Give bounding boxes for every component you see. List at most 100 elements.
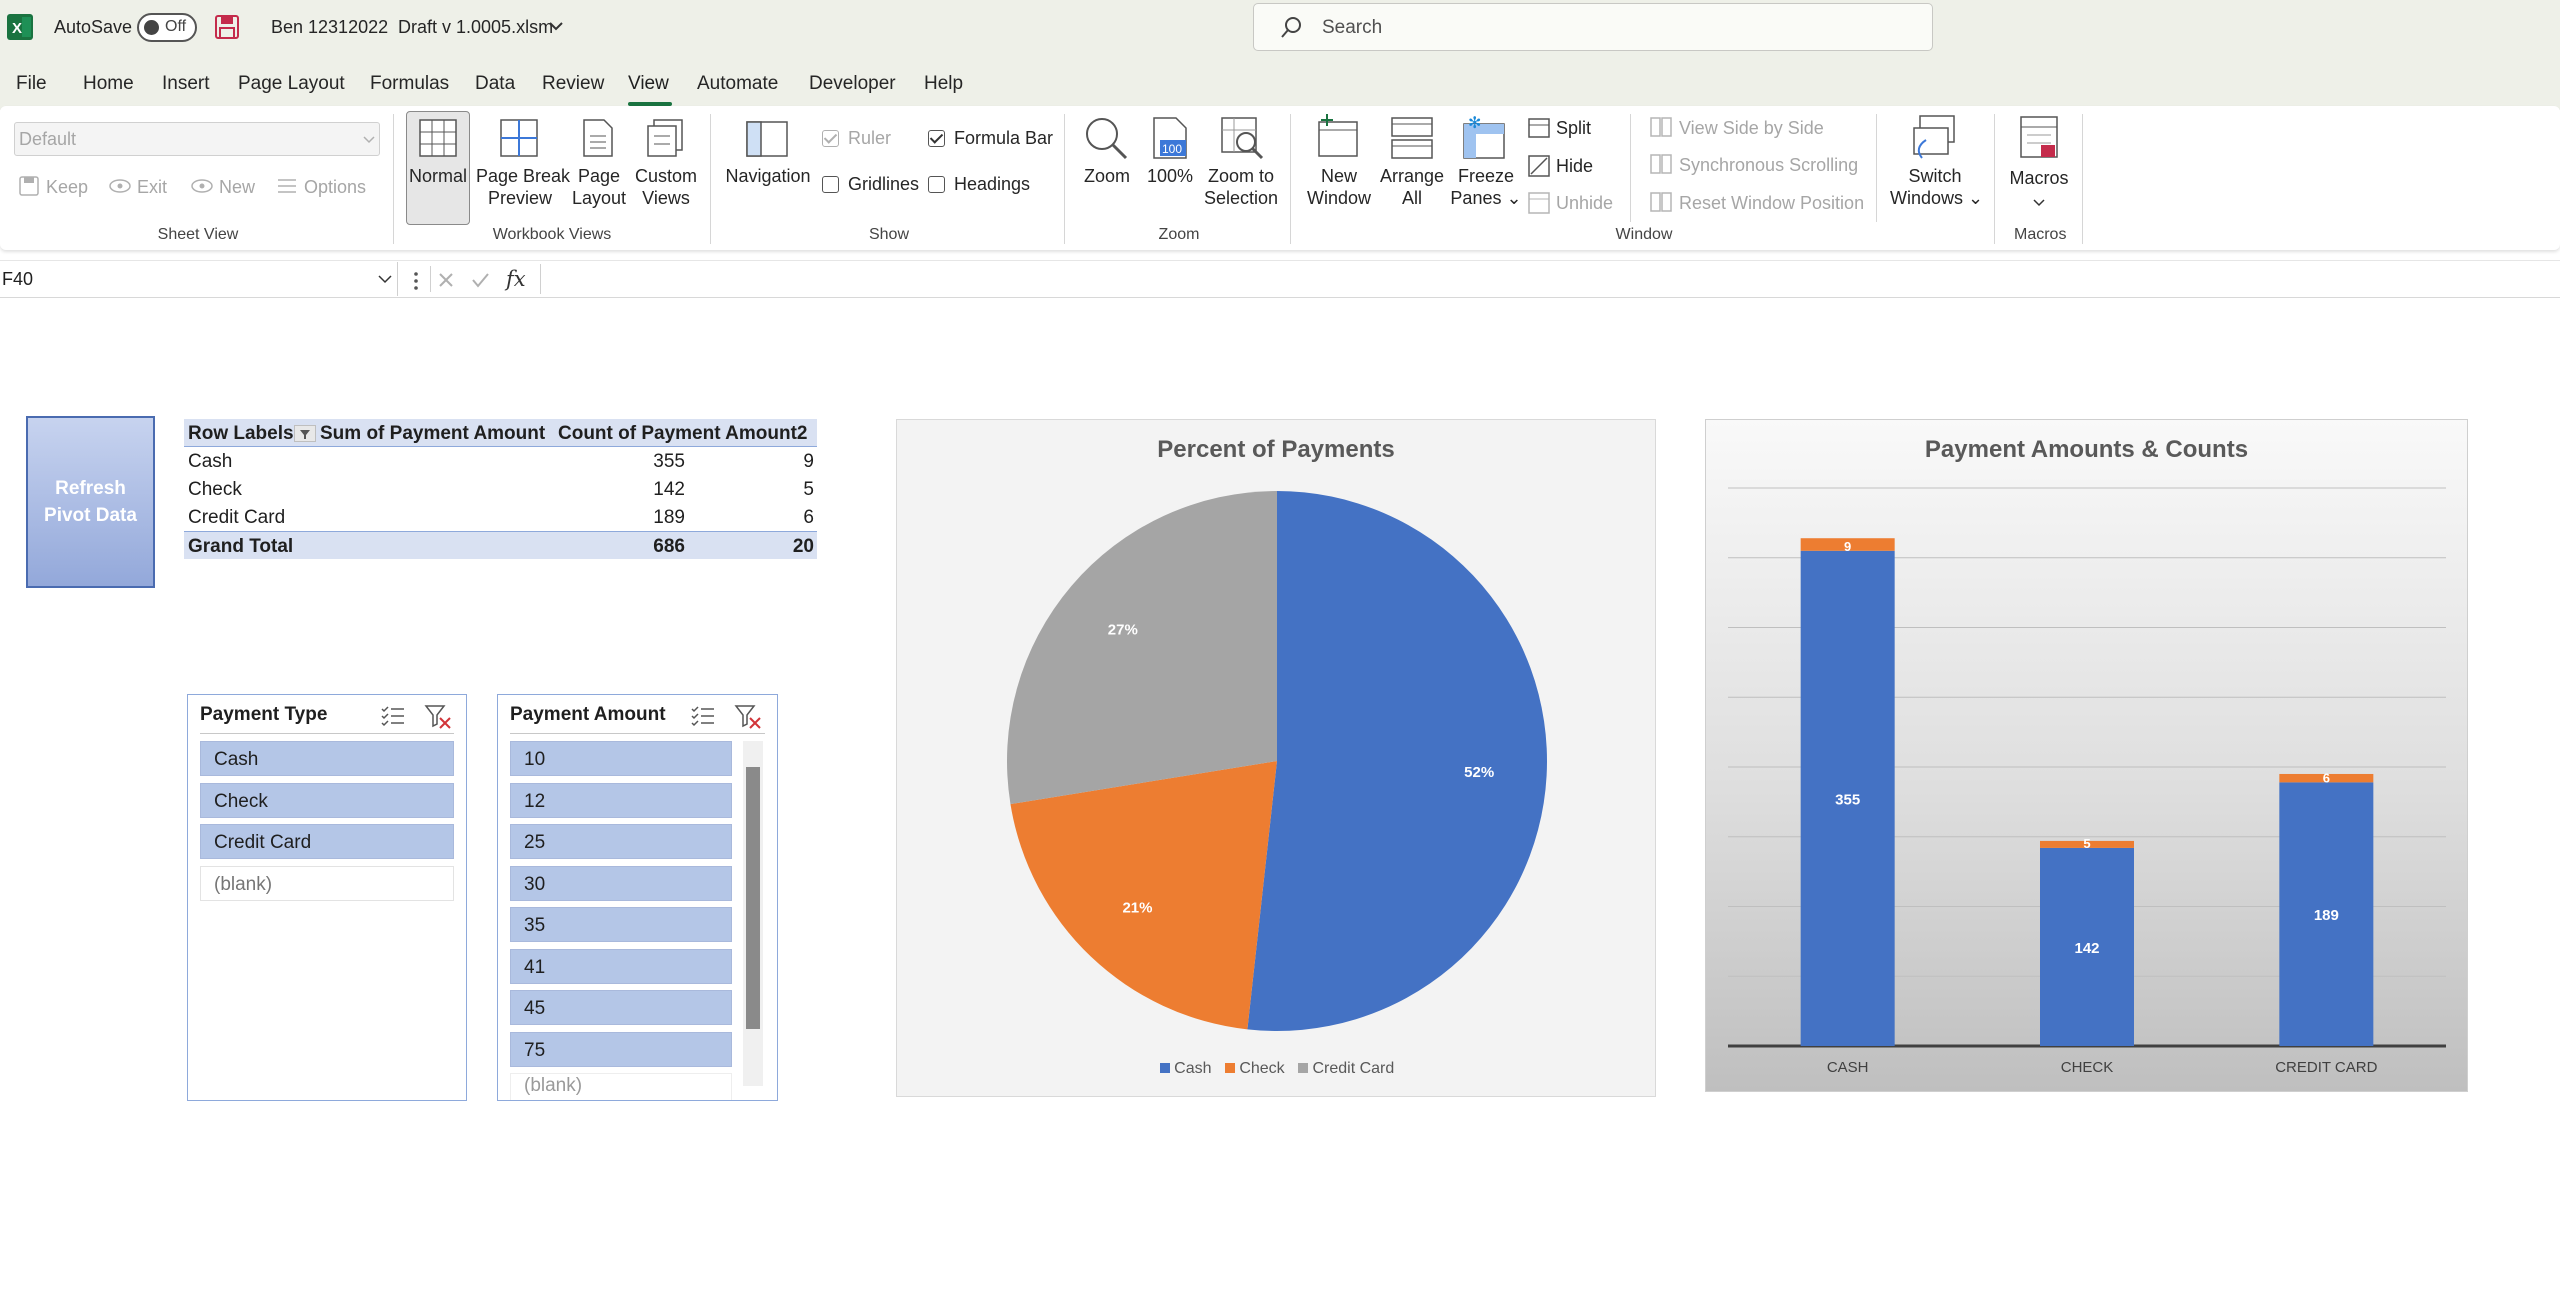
unhide-button[interactable]: Unhide bbox=[1556, 192, 1613, 214]
keep-icon bbox=[19, 176, 39, 196]
excel-icon[interactable]: X bbox=[7, 14, 33, 40]
scrollbar-thumb[interactable] bbox=[746, 767, 760, 1029]
formula-bar-checkbox[interactable] bbox=[928, 130, 945, 147]
slicer-item[interactable]: 25 bbox=[510, 824, 732, 859]
slicer-item[interactable]: 30 bbox=[510, 866, 732, 901]
multi-select-icon[interactable] bbox=[380, 704, 406, 728]
name-box[interactable]: F40 bbox=[0, 262, 398, 296]
enter-icon[interactable] bbox=[470, 270, 490, 290]
tab-formulas[interactable]: Formulas bbox=[370, 73, 449, 95]
tab-view[interactable]: View bbox=[628, 73, 669, 95]
zoom-button[interactable]: Zoom bbox=[1080, 165, 1134, 187]
page-layout-button[interactable]: Page Layout bbox=[572, 165, 626, 209]
gridlines-label: Gridlines bbox=[848, 174, 920, 194]
legend-label: Cash bbox=[1174, 1060, 1212, 1077]
keep-button[interactable]: Keep bbox=[46, 176, 88, 198]
formula-input[interactable] bbox=[540, 264, 2560, 294]
gridlines-checkbox[interactable] bbox=[822, 176, 839, 193]
reset-window-position-button[interactable]: Reset Window Position bbox=[1679, 192, 1864, 214]
slicer-item[interactable]: 10 bbox=[510, 741, 732, 776]
navigation-button[interactable]: Navigation bbox=[724, 165, 812, 187]
chevron-down-icon bbox=[363, 136, 375, 144]
slicer-item[interactable]: 35 bbox=[510, 907, 732, 942]
hide-button[interactable]: Hide bbox=[1556, 155, 1593, 177]
slicer-item-blank[interactable]: (blank) bbox=[200, 866, 454, 901]
slicer-item[interactable]: 75 bbox=[510, 1032, 732, 1067]
options-button[interactable]: Options bbox=[304, 176, 366, 198]
tab-page-layout[interactable]: Page Layout bbox=[238, 73, 345, 95]
clear-filter-icon[interactable] bbox=[424, 704, 452, 730]
slicer-item-label: 41 bbox=[524, 957, 546, 978]
save-icon[interactable] bbox=[215, 15, 239, 39]
slicer-item-label: 30 bbox=[524, 874, 546, 895]
tab-file[interactable]: File bbox=[16, 73, 47, 95]
tab-developer[interactable]: Developer bbox=[809, 73, 896, 95]
macros-button[interactable]: Macros bbox=[2004, 167, 2074, 189]
bar-chart[interactable]: Payment Amounts & Counts 355 9 CASH 142 5 CHE… bbox=[1705, 419, 2468, 1092]
zoom-to-selection-button[interactable]: Zoom to Selection bbox=[1198, 165, 1284, 209]
autosave-label: AutoSave bbox=[54, 17, 133, 37]
insert-function-icon[interactable]: fx bbox=[506, 267, 526, 291]
more-options-icon[interactable] bbox=[411, 270, 421, 292]
pivot-row[interactable]: Credit Card 189 6 bbox=[184, 503, 817, 531]
headings-checkbox[interactable] bbox=[928, 176, 945, 193]
new-window-line2: Window bbox=[1306, 188, 1372, 208]
new-window-button[interactable]: New Window bbox=[1302, 165, 1376, 209]
switch-windows-button[interactable]: Switch Windows ⌄ bbox=[1890, 165, 1983, 209]
freeze-panes-button[interactable]: Freeze Panes ⌄ bbox=[1450, 165, 1522, 209]
pivot-row[interactable]: Check 142 5 bbox=[184, 475, 817, 503]
slicer-item-label: 35 bbox=[524, 915, 546, 936]
slicer-item-partial[interactable]: (blank) bbox=[510, 1073, 732, 1100]
search-input[interactable]: Search bbox=[1253, 3, 1933, 51]
refresh-pivot-data-button[interactable]: Refresh Pivot Data bbox=[26, 416, 155, 588]
split-button[interactable]: Split bbox=[1556, 117, 1591, 139]
sheet-view-dropdown[interactable]: Default bbox=[14, 122, 380, 156]
pie-slice-credit-card[interactable] bbox=[1007, 491, 1277, 805]
tab-insert[interactable]: Insert bbox=[162, 73, 210, 95]
tab-automate[interactable]: Automate bbox=[697, 73, 778, 95]
chevron-down-icon[interactable] bbox=[2033, 198, 2045, 208]
multi-select-icon[interactable] bbox=[690, 704, 716, 728]
view-side-by-side-button[interactable]: View Side by Side bbox=[1679, 117, 1824, 139]
ribbon: Default Keep Exit New Options Sheet View… bbox=[0, 106, 2560, 250]
sheet-view-value: Default bbox=[19, 129, 77, 149]
new-view-button[interactable]: New bbox=[219, 176, 255, 198]
slicer-item[interactable]: Cash bbox=[200, 741, 454, 776]
pie-slice-cash[interactable] bbox=[1247, 491, 1547, 1031]
tab-review[interactable]: Review bbox=[542, 73, 604, 95]
pie-data-label: 21% bbox=[1122, 900, 1152, 917]
slicer-item[interactable]: Credit Card bbox=[200, 824, 454, 859]
x-tick-label: CREDIT CARD bbox=[2275, 1059, 2377, 1076]
synchronous-scrolling-button[interactable]: Synchronous Scrolling bbox=[1679, 154, 1858, 176]
ruler-checkbox[interactable] bbox=[822, 130, 839, 147]
chevron-down-icon[interactable] bbox=[548, 21, 564, 33]
slicer-item[interactable]: Check bbox=[200, 783, 454, 818]
pivot-row-sum: 355 bbox=[653, 451, 685, 472]
file-name[interactable]: Draft v 1.0005.xlsm bbox=[398, 17, 553, 38]
clear-filter-icon[interactable] bbox=[734, 704, 762, 730]
page-break-preview-button[interactable]: Page Break Preview bbox=[476, 165, 570, 209]
pie-slice-check[interactable] bbox=[1010, 761, 1277, 1030]
autosave-toggle[interactable]: Off bbox=[137, 13, 197, 42]
chevron-down-icon[interactable] bbox=[378, 274, 392, 284]
tab-data[interactable]: Data bbox=[475, 73, 515, 95]
row-labels-filter-icon[interactable] bbox=[294, 425, 316, 442]
pivot-total-row[interactable]: Grand Total 686 20 bbox=[184, 531, 817, 559]
legend-label: Check bbox=[1239, 1060, 1285, 1077]
pie-chart[interactable]: Percent of Payments 52% 21% 27% Cash Check… bbox=[896, 419, 1656, 1097]
arrange-all-button[interactable]: Arrange All bbox=[1374, 165, 1450, 209]
pivot-row[interactable]: Cash 355 9 bbox=[184, 447, 817, 475]
legend-swatch-credit-card bbox=[1298, 1063, 1309, 1073]
slicer-item[interactable]: 41 bbox=[510, 949, 732, 984]
slicer-item[interactable]: 12 bbox=[510, 783, 732, 818]
zoom-100-button[interactable]: 100% bbox=[1144, 165, 1196, 187]
unhide-icon bbox=[1528, 192, 1550, 214]
page-layout-icon bbox=[583, 119, 613, 157]
tab-help[interactable]: Help bbox=[924, 73, 963, 95]
tab-home[interactable]: Home bbox=[83, 73, 134, 95]
bar-data-label: 6 bbox=[2323, 770, 2330, 785]
cancel-icon[interactable] bbox=[436, 270, 456, 290]
slicer-item[interactable]: 45 bbox=[510, 990, 732, 1025]
custom-views-button[interactable]: Custom Views bbox=[631, 165, 701, 209]
exit-button[interactable]: Exit bbox=[137, 176, 167, 198]
